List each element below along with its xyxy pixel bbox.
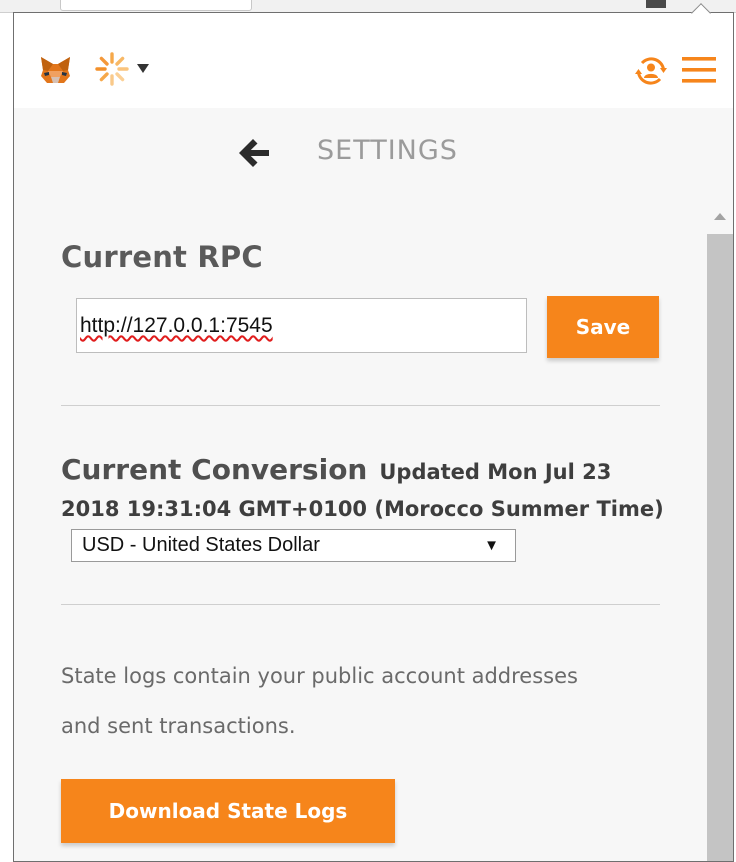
chevron-down-icon[interactable] — [137, 64, 149, 73]
back-arrow-icon[interactable] — [237, 136, 271, 170]
rpc-heading: Current RPC — [61, 240, 263, 274]
currency-select-value: USD - United States Dollar — [82, 533, 320, 556]
currency-select[interactable]: USD - United States Dollar ▼ — [71, 528, 516, 562]
extension-popup: SETTINGS Current RPC http://127.0.0.1:75… — [13, 12, 734, 862]
hamburger-menu-icon[interactable] — [682, 56, 716, 84]
divider — [61, 405, 660, 406]
scroll-thumb[interactable] — [707, 234, 733, 861]
metamask-fox-icon[interactable] — [40, 55, 71, 84]
rpc-url-input[interactable]: http://127.0.0.1:7545 — [76, 298, 527, 353]
browser-extension-icon[interactable] — [646, 0, 666, 8]
download-state-logs-button[interactable]: Download State Logs — [61, 779, 395, 843]
scrollbar[interactable] — [704, 201, 733, 861]
divider — [61, 604, 660, 605]
select-arrow-icon: ▼ — [484, 536, 499, 554]
rpc-url-value: http://127.0.0.1:7545 — [80, 314, 273, 337]
app-header — [14, 13, 733, 108]
browser-address-field[interactable] — [60, 0, 252, 11]
conversion-heading: Current Conversion — [61, 453, 368, 486]
save-button[interactable]: Save — [547, 296, 659, 358]
state-logs-description: State logs contain your public account a… — [61, 664, 578, 738]
network-spinner-icon[interactable] — [94, 51, 130, 87]
page-title: SETTINGS — [317, 135, 458, 166]
scroll-up-icon[interactable] — [714, 213, 726, 220]
conversion-section: Current Conversion Updated Mon Jul 23 201… — [61, 451, 666, 565]
account-sync-icon[interactable] — [634, 54, 668, 88]
